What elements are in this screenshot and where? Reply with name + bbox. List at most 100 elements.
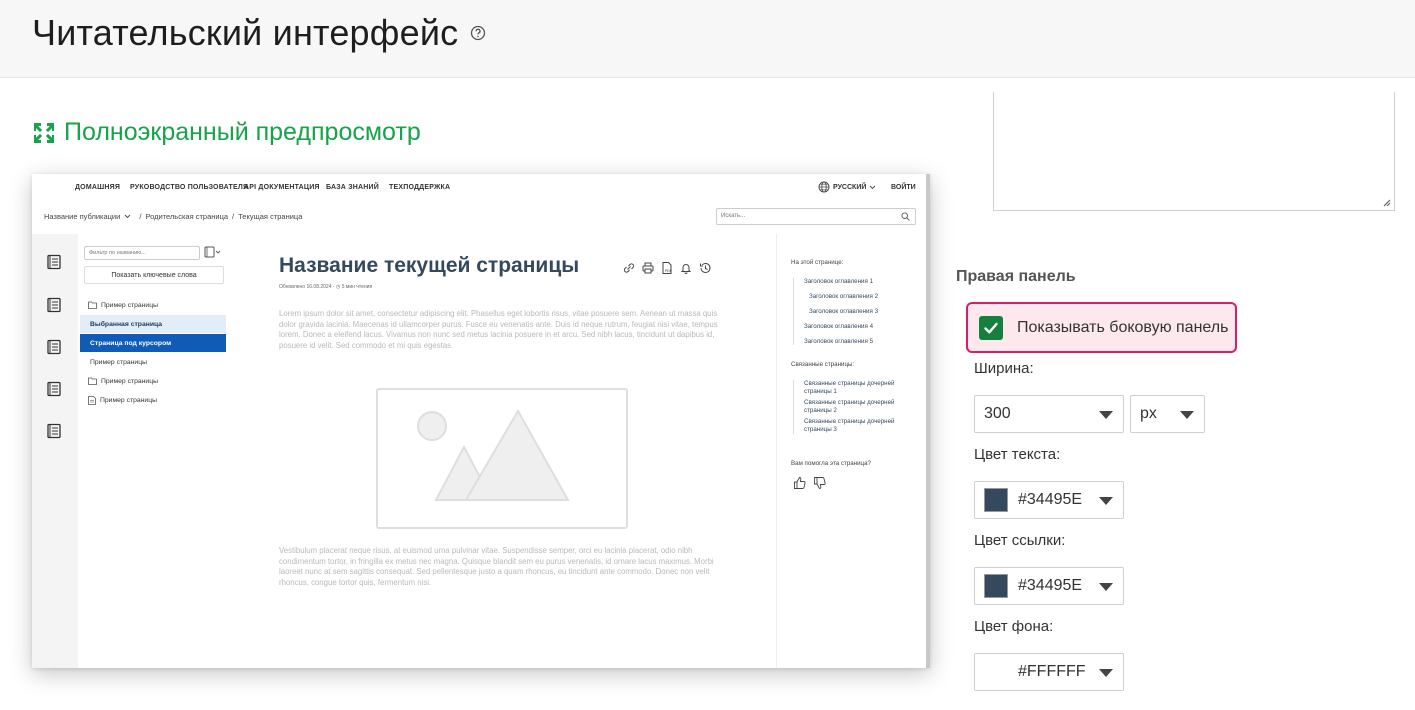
toc-item[interactable]: Заголовок оглавления 2	[804, 293, 878, 301]
preview-publication-bar	[32, 234, 78, 668]
folder-icon	[88, 377, 97, 385]
tree-item-selected[interactable]: Выбранная страница	[80, 315, 226, 333]
preview-breadcrumb: Название публикации / Родительская стран…	[44, 212, 302, 221]
bg-color-label: Цвет фона:	[974, 618, 1054, 635]
feedback-question: Вам помогла эта страница?	[791, 460, 871, 467]
thumbs-up-icon	[794, 477, 806, 489]
book-icon[interactable]	[46, 297, 62, 313]
thumbs-down-icon	[814, 477, 826, 489]
text-color-picker[interactable]: #34495E	[974, 481, 1124, 519]
toc-item[interactable]: Заголовок оглавления 1	[804, 278, 878, 286]
print-icon[interactable]	[641, 262, 655, 274]
bg-color-value: #FFFFFF	[1018, 663, 1086, 680]
preview-paragraph: Lorem ipsum dolor sit amet, consectetur …	[279, 309, 718, 350]
book-icon[interactable]	[46, 381, 62, 397]
filter-publication-icon[interactable]	[204, 246, 222, 258]
history-icon[interactable]	[698, 262, 712, 274]
fullscreen-preview-link[interactable]: Полноэкранный предпросмотр	[32, 118, 421, 147]
related-item[interactable]: Связанные страницы дочерней страницы 1	[804, 380, 913, 395]
document-icon	[88, 395, 96, 405]
preview-page-tree: Фильтр по названию... Показать ключевые …	[78, 234, 228, 668]
link-icon[interactable]	[622, 262, 636, 274]
tree-item-hover[interactable]: Страница под курсором	[80, 334, 226, 352]
related-item[interactable]: Связанные страницы дочерней страницы 2	[804, 399, 913, 414]
preview-search-input[interactable]: Искать...	[716, 208, 916, 225]
breadcrumb-publication[interactable]: Название публикации	[44, 212, 120, 221]
resize-handle-icon[interactable]	[1382, 198, 1391, 207]
checkbox-checked[interactable]	[979, 315, 1003, 340]
preview-login-link[interactable]: ВОЙТИ	[891, 184, 916, 191]
link-color-value: #34495E	[1018, 577, 1083, 594]
breadcrumb-current: Текущая страница	[238, 212, 303, 221]
right-panel-section-title: Правая панель	[956, 268, 1076, 285]
help-icon[interactable]	[470, 25, 486, 41]
book-icon[interactable]	[46, 423, 62, 439]
caret-down-icon	[1099, 669, 1113, 677]
related-pages-heading: Связанные страницы:	[791, 361, 855, 368]
bell-icon[interactable]	[679, 262, 693, 274]
custom-code-textarea[interactable]	[993, 92, 1395, 211]
color-swatch	[984, 574, 1008, 598]
preview-page-tools: PDF	[622, 262, 712, 274]
preview-scrollbar[interactable]	[926, 174, 930, 668]
chevron-down-icon	[870, 185, 876, 189]
toc-list: Заголовок оглавления 1 Заголовок оглавле…	[793, 278, 878, 346]
preview-nav-knowledge[interactable]: БАЗА ЗНАНИЙ	[326, 184, 379, 191]
bg-color-picker[interactable]: #FFFFFF	[974, 653, 1124, 691]
preview-language-select[interactable]: РУССКИЙ	[818, 181, 876, 193]
show-sidebar-checkbox[interactable]: Показывать боковую панель	[966, 302, 1237, 353]
breadcrumb-parent[interactable]: Родительская страница	[145, 212, 228, 221]
tree-item[interactable]: Пример страницы	[80, 391, 226, 409]
caret-down-icon	[1180, 411, 1194, 419]
toc-item[interactable]: Заголовок оглавления 5	[804, 338, 878, 346]
width-select[interactable]: 300	[974, 395, 1124, 433]
search-icon	[901, 212, 910, 221]
related-item[interactable]: Связанные страницы дочерней страницы 3	[804, 418, 913, 433]
text-color-value: #34495E	[1018, 491, 1083, 508]
folder-icon	[88, 301, 97, 309]
width-unit-select[interactable]: px	[1130, 395, 1205, 433]
page-header: Читательский интерфейс	[0, 0, 1415, 78]
tree-item[interactable]: Пример страницы	[80, 296, 226, 314]
pdf-icon[interactable]: PDF	[660, 262, 674, 274]
link-color-label: Цвет ссылки:	[974, 532, 1066, 549]
svg-text:PDF: PDF	[665, 269, 672, 273]
preview-page-title: Название текущей страницы	[279, 254, 580, 277]
page-title: Читательский интерфейс	[32, 12, 459, 53]
preview-body: Фильтр по названию... Показать ключевые …	[32, 234, 926, 668]
globe-icon	[818, 181, 830, 193]
feedback-buttons	[794, 477, 826, 489]
chevron-down-icon	[124, 214, 131, 219]
preview-right-panel: На этой странице: Заголовок оглавления 1…	[776, 234, 926, 668]
preview-nav-api[interactable]: API ДОКУМЕНТАЦИЯ	[244, 184, 320, 191]
preview-nav-user-guide[interactable]: РУКОВОДСТВО ПОЛЬЗОВАТЕЛЯ	[130, 184, 248, 191]
width-value: 300	[984, 405, 1011, 422]
preview-show-keywords-button[interactable]: Показать ключевые слова	[84, 266, 224, 284]
breadcrumb-separator: /	[232, 212, 235, 221]
checkmark-icon	[984, 322, 998, 333]
reader-preview: ДОМАШНЯЯ РУКОВОДСТВО ПОЛЬЗОВАТЕЛЯ API ДО…	[32, 174, 930, 668]
width-label: Ширина:	[974, 360, 1034, 377]
tree-item[interactable]: Пример страницы	[80, 372, 226, 390]
toc-item[interactable]: Заголовок оглавления 3	[804, 308, 878, 316]
preview-content: Название текущей страницы PDF Обновлено …	[228, 234, 776, 668]
caret-down-icon	[1099, 411, 1113, 419]
caret-down-icon	[1099, 497, 1113, 505]
fullscreen-preview-label: Полноэкранный предпросмотр	[64, 118, 421, 146]
link-color-picker[interactable]: #34495E	[974, 567, 1124, 605]
book-icon[interactable]	[46, 339, 62, 355]
preview-filter-input[interactable]: Фильтр по названию...	[84, 246, 200, 260]
preview-paragraph: Vestibulum placerat neque risus, at euis…	[279, 546, 714, 587]
caret-down-icon	[1099, 583, 1113, 591]
preview-top-nav: ДОМАШНЯЯ РУКОВОДСТВО ПОЛЬЗОВАТЕЛЯ API ДО…	[32, 174, 926, 202]
toc-item[interactable]: Заголовок оглавления 4	[804, 323, 878, 331]
color-swatch	[984, 660, 1008, 684]
book-icon[interactable]	[46, 254, 62, 270]
preview-language-label: РУССКИЙ	[833, 183, 867, 191]
preview-nav-home[interactable]: ДОМАШНЯЯ	[75, 184, 120, 191]
breadcrumb-separator: /	[139, 212, 142, 221]
expand-icon	[34, 122, 54, 143]
tree-item[interactable]: Пример страницы	[80, 353, 226, 371]
color-swatch	[984, 488, 1008, 512]
preview-nav-support[interactable]: ТЕХПОДДЕРЖКА	[389, 184, 450, 191]
